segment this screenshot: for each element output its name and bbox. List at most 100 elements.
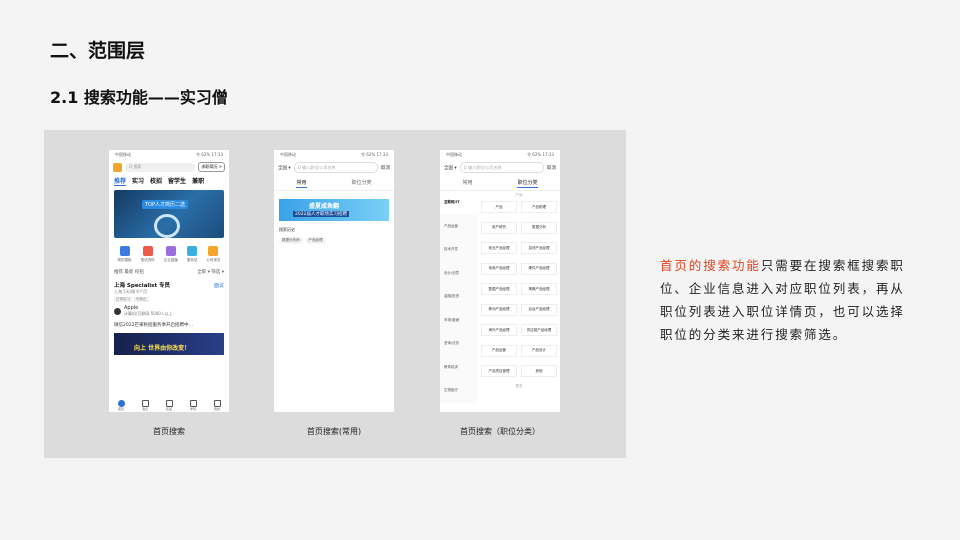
phone-search-common: 中国移动 令 62% 17:33 全国 ▾ Q 输入职位/公司名称 取消 常用 … xyxy=(274,150,394,412)
more-link[interactable]: 更多 xyxy=(481,384,557,389)
shortcut-service[interactable]: 服务站 xyxy=(187,246,198,263)
tabbar-academy[interactable]: 学院 xyxy=(189,399,197,411)
history-chip[interactable]: 产品经理 xyxy=(305,237,326,244)
city-selector[interactable]: 全国 ▾ xyxy=(444,165,457,171)
description-text: 首页的搜索功能只需要在搜索框搜索职位、企业信息进入对应职位列表，再从职位列表进入… xyxy=(660,254,912,346)
banner-text: TOP人才简历二选 xyxy=(142,200,189,209)
status-bar: 中国移动 令 62% 17:33 xyxy=(440,150,560,160)
list-filter-bar: 推荐 最新 校招 全职 ▾ 筛选 ▾ xyxy=(109,265,229,279)
job-category[interactable]: 产品 xyxy=(481,201,517,213)
job-category[interactable]: 产品运营 xyxy=(481,344,517,357)
phone-home-search: 中国移动 令 62% 17:33 Q 搜索 求职简历 > 推荐 实习 校招 留学… xyxy=(109,150,229,412)
job-category[interactable]: 硬件产品经理 xyxy=(521,262,557,275)
shortcut-written-test[interactable]: 笔试资料 xyxy=(141,246,155,263)
job-category-grid: 产品 产品助理 用户研究 数据分析 商业产品经理 游戏产品经理 电商产品经理 硬… xyxy=(481,201,557,377)
tabbar-messages[interactable]: 消息 xyxy=(141,399,149,411)
job-category[interactable]: 产品设计 xyxy=(521,344,557,357)
tab-campus[interactable]: 校招 xyxy=(150,176,162,186)
banner-headline: 盛夏咸鱼翻 xyxy=(309,203,340,210)
category-item[interactable]: 技术开发 xyxy=(440,238,478,262)
job-category[interactable]: 产品助理 xyxy=(521,201,557,213)
category-heading: 产品 xyxy=(515,193,523,197)
tab-job-category[interactable]: 职位分类 xyxy=(517,179,538,188)
tab-job-category[interactable]: 职位分类 xyxy=(351,179,371,188)
tabbar-label: 消息 xyxy=(141,406,148,411)
category-item[interactable]: 咨询/法务 xyxy=(440,332,478,356)
list-tabs[interactable]: 推荐 最新 校招 xyxy=(114,269,144,275)
search-tabs: 常用 职位分类 xyxy=(440,175,560,191)
history-chip[interactable]: 数据分析师 xyxy=(279,237,303,244)
status-info: 令 62% 17:33 xyxy=(196,152,223,157)
shortcut-label: 公司排名 xyxy=(206,258,221,262)
category-sidebar: 互联网/IT 产品运营 技术开发 设计/创意 金融/投资 市场/营销 咨询/法务… xyxy=(440,191,478,403)
send-icon xyxy=(165,399,173,407)
service-icon xyxy=(187,246,198,256)
city-selector[interactable]: 全国 ▾ xyxy=(278,165,291,171)
status-info: 令 62% 17:33 xyxy=(361,152,388,157)
banner-graphic xyxy=(154,214,180,238)
shortcut-ranking[interactable]: 公司排名 xyxy=(206,246,220,263)
company-meta: 计算机/互联网 5000人以上 xyxy=(124,311,173,316)
category-item[interactable]: 教育培训 xyxy=(440,356,478,380)
category-item[interactable]: 金融/投资 xyxy=(440,285,478,309)
job-category[interactable]: 其他 xyxy=(521,365,557,377)
category-item[interactable]: 生物医疗 xyxy=(440,379,478,403)
job-category[interactable]: 移动产品经理 xyxy=(481,303,517,316)
history-chips: 数据分析师 产品经理 xyxy=(274,235,394,246)
resume-button[interactable]: 求职简历 > xyxy=(198,162,225,172)
campaign-banner[interactable]: 向上 世界由你改变！ xyxy=(114,333,224,355)
job-category[interactable]: 策略产品经理 xyxy=(521,283,557,295)
search-input[interactable]: Q 输入职位/公司名称 xyxy=(459,162,544,173)
tabbar-applications[interactable]: 投递 xyxy=(165,399,173,411)
tab-internship[interactable]: 实习 xyxy=(132,176,144,186)
news-item[interactable]: 微信2022芒果秋招服务季开启招聘中… xyxy=(109,319,229,331)
search-input[interactable]: Q 搜索 xyxy=(125,162,196,172)
slide-subtitle: 2.1 搜索功能——实习僧 xyxy=(50,88,228,107)
apple-logo-icon xyxy=(114,307,121,315)
history-label: 搜索历史 xyxy=(279,227,295,232)
template-icon xyxy=(119,246,130,256)
user-icon xyxy=(213,399,221,407)
category-item[interactable]: 市场/营销 xyxy=(440,309,478,333)
book-icon xyxy=(189,399,197,407)
category-item[interactable]: 产品运营 xyxy=(440,215,478,239)
promo-banner[interactable]: TOP人才简历二选 xyxy=(114,190,224,238)
promo-banner[interactable]: 盛夏咸鱼翻 2022届人才职场实习招聘 xyxy=(279,199,389,221)
search-input[interactable]: Q 输入职位/公司名称 xyxy=(293,162,378,173)
tab-parttime[interactable]: 兼职 xyxy=(192,176,204,186)
job-category[interactable]: 供应链产品经理 xyxy=(521,324,557,336)
job-category[interactable]: 数据产品经理 xyxy=(481,283,517,295)
tabbar-label: 我的 xyxy=(213,406,220,411)
job-category[interactable]: 后台产品经理 xyxy=(521,303,557,316)
job-category[interactable]: 电商产品经理 xyxy=(481,262,517,275)
job-category[interactable]: 用户研究 xyxy=(481,221,517,234)
caption-search-common: 首页搜索(常用) xyxy=(306,427,362,436)
carrier-label: 中国移动 xyxy=(115,152,131,157)
job-category[interactable]: 游戏产品经理 xyxy=(521,242,557,254)
tab-recommend[interactable]: 推荐 xyxy=(114,176,127,186)
shortcut-resume-template[interactable]: 简历模板 xyxy=(118,246,132,263)
filter-dropdowns[interactable]: 全职 ▾ 筛选 ▾ xyxy=(197,269,224,275)
tab-common[interactable]: 常用 xyxy=(462,179,472,188)
live-icon xyxy=(165,246,176,256)
screenshot-panel: 中国移动 令 62% 17:33 Q 搜索 求职简历 > 推荐 实习 校招 留学… xyxy=(44,130,626,458)
cancel-button[interactable]: 取消 xyxy=(547,165,556,171)
job-card[interactable]: 上海 Specialist 专员 面议 上海 5天/周 6个月 日常实习 可转正… xyxy=(109,279,229,319)
carrier-label: 中国移动 xyxy=(446,152,462,157)
document-icon xyxy=(142,246,153,256)
tabbar-home[interactable]: 首页 xyxy=(117,399,125,411)
category-item[interactable]: 设计/创意 xyxy=(440,262,478,286)
home-icon xyxy=(117,399,125,407)
caption-search-category: 首页搜索（职位分类） xyxy=(460,427,540,436)
category-item[interactable]: 互联网/IT xyxy=(440,191,478,215)
tab-common[interactable]: 常用 xyxy=(296,179,307,188)
job-category[interactable]: 商业产品经理 xyxy=(481,242,517,254)
carrier-label: 中国移动 xyxy=(280,152,296,157)
tab-overseas[interactable]: 留学生 xyxy=(168,176,186,186)
job-category[interactable]: 海外产品经理 xyxy=(481,324,517,336)
job-category[interactable]: 产品项目管理 xyxy=(481,365,517,377)
shortcut-live[interactable]: 企业直播 xyxy=(164,246,178,263)
cancel-button[interactable]: 取消 xyxy=(381,165,390,171)
tabbar-profile[interactable]: 我的 xyxy=(213,399,221,411)
job-category[interactable]: 数据分析 xyxy=(521,221,557,234)
